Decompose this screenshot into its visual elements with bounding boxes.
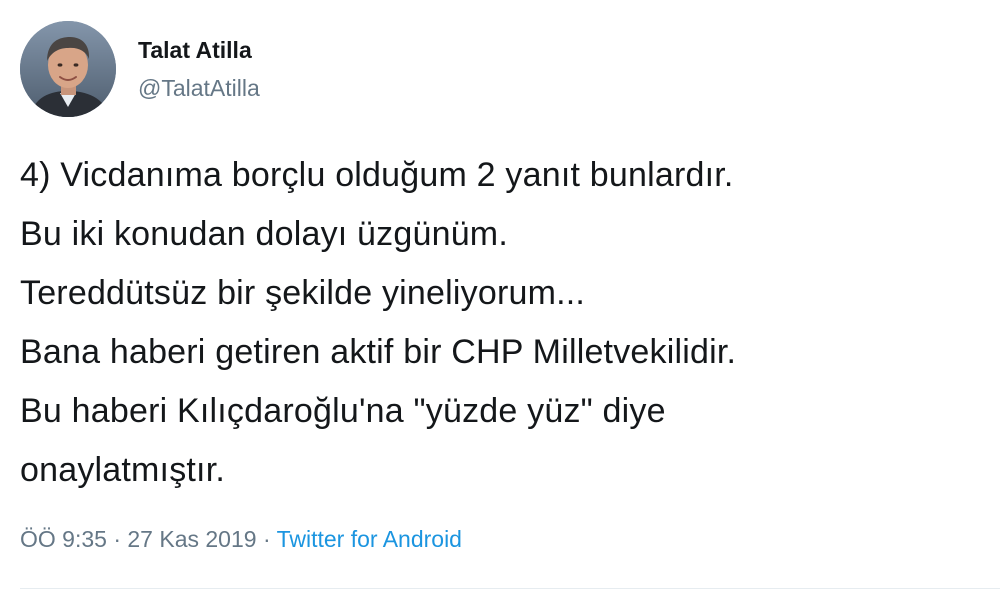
tweet-text-line: Bu haberi Kılıçdaroğlu'na "yüzde yüz" di… — [20, 392, 666, 430]
profile-photo-icon — [20, 21, 116, 117]
meta-separator: · — [113, 526, 121, 552]
meta-separator: · — [262, 526, 271, 552]
divider — [20, 588, 1000, 589]
tweet-text-line: Bu iki konudan dolayı üzgünüm. — [20, 215, 508, 253]
tweet-header: Talat Atilla @TalatAtilla — [20, 20, 260, 118]
avatar[interactable] — [20, 21, 116, 117]
tweet-text-line: 4) Vicdanıma borçlu olduğum 2 yanıt bunl… — [20, 156, 734, 194]
tweet-time[interactable]: ÖÖ 9:35 — [20, 526, 107, 552]
tweet-meta: ÖÖ 9:35 · 27 Kas 2019 · Twitter for Andr… — [20, 524, 462, 554]
tweet-card: Talat Atilla @TalatAtilla 4) Vicdanıma b… — [0, 0, 1000, 600]
author-handle[interactable]: @TalatAtilla — [138, 73, 260, 103]
tweet-date[interactable]: 27 Kas 2019 — [127, 526, 256, 552]
tweet-source-link[interactable]: Twitter for Android — [277, 526, 462, 552]
user-info: Talat Atilla @TalatAtilla — [138, 35, 260, 103]
tweet-text-line: onaylatmıştır. — [20, 451, 225, 489]
author-display-name[interactable]: Talat Atilla — [138, 35, 260, 65]
tweet-text-line: Tereddütsüz bir şekilde yineliyorum... — [20, 274, 586, 312]
tweet-text: 4) Vicdanıma borçlu olduğum 2 yanıt bunl… — [20, 146, 985, 500]
tweet-text-line: Bana haberi getiren aktif bir CHP Millet… — [20, 333, 737, 371]
